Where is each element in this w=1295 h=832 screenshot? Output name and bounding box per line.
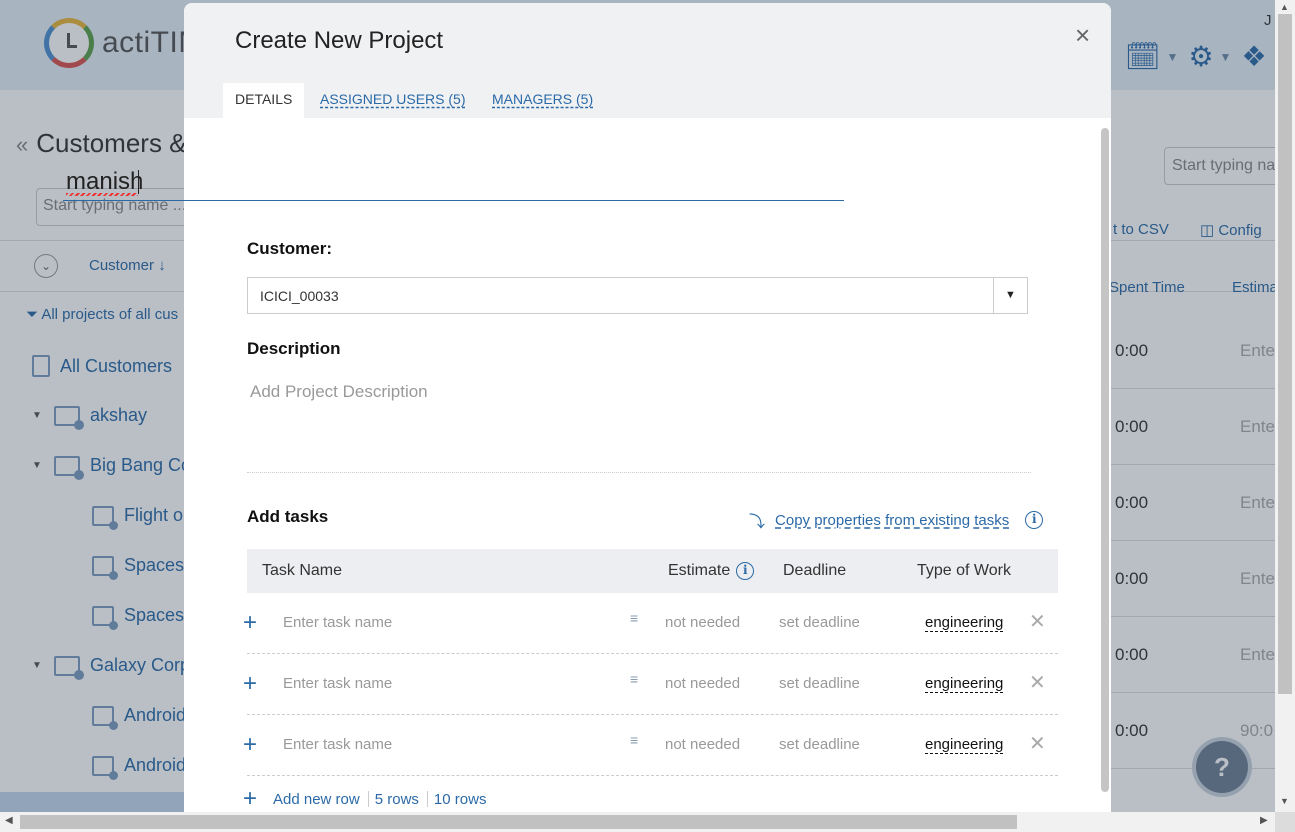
caret-down-icon[interactable]: ▼ (993, 278, 1027, 313)
plus-icon[interactable]: + (243, 731, 257, 759)
text-cursor (138, 170, 139, 194)
task-name-input[interactable]: Enter task name (283, 614, 392, 631)
dialog-title: Create New Project (235, 27, 444, 54)
turn-down-arrow-icon: ⤵ (749, 514, 766, 531)
task-row: + Enter task name ≡ not needed set deadl… (243, 715, 1058, 776)
task-table-header: Task Name Estimate i Deadline Type of Wor… (247, 549, 1058, 593)
type-of-work-select[interactable]: engineering (925, 736, 1004, 754)
add-tasks-label: Add tasks (247, 507, 329, 526)
task-name-input[interactable]: Enter task name (283, 736, 392, 753)
description-lines-icon[interactable]: ≡ (630, 610, 638, 626)
type-of-work-select[interactable]: engineering (925, 675, 1004, 693)
dialog-header: Create New Project × DETAILS ASSIGNED US… (184, 3, 1111, 118)
page-vertical-scrollbar[interactable]: ▲ ▼ (1275, 0, 1295, 812)
customer-select[interactable]: ICICI_00033 ▼ (247, 277, 1028, 314)
deadline-field[interactable]: set deadline (779, 675, 860, 692)
spellcheck-underline (66, 193, 138, 196)
scroll-up-arrow-icon[interactable]: ▲ (1280, 2, 1289, 12)
add-new-row-link[interactable]: Add new row (273, 791, 360, 808)
estimate-field[interactable]: not needed (665, 675, 740, 692)
description-lines-icon[interactable]: ≡ (630, 671, 638, 687)
type-of-work-header: Type of Work (917, 562, 1011, 579)
description-label: Description (247, 339, 341, 358)
copy-properties-link[interactable]: ⤵ Copy properties from existing tasks i (749, 508, 1044, 532)
task-row: + Enter task name ≡ not needed set deadl… (243, 654, 1058, 715)
task-name-header: Task Name (262, 562, 343, 579)
description-lines-icon[interactable]: ≡ (630, 732, 638, 748)
estimate-field[interactable]: not needed (665, 614, 740, 631)
deadline-field[interactable]: set deadline (779, 736, 860, 753)
close-icon[interactable]: × (1075, 20, 1090, 51)
customer-label: Customer: (247, 239, 333, 258)
estimate-field[interactable]: not needed (665, 736, 740, 753)
task-name-input[interactable]: Enter task name (283, 675, 392, 692)
scrollbar-corner (1275, 812, 1295, 832)
dialog-scrollbar[interactable] (1100, 128, 1110, 792)
add-rows-bar: + Add new row 5 rows 10 rows (243, 785, 486, 813)
plus-icon[interactable]: + (243, 785, 257, 813)
info-icon[interactable]: i (736, 562, 755, 580)
scroll-thumb[interactable] (1278, 14, 1292, 694)
add-five-rows-link[interactable]: 5 rows (375, 791, 419, 808)
plus-icon[interactable]: + (243, 609, 257, 637)
project-name-input[interactable] (63, 163, 844, 201)
tab-details[interactable]: DETAILS (223, 83, 305, 118)
task-row: + Enter task name ≡ not needed set deadl… (243, 593, 1058, 654)
deadline-field[interactable]: set deadline (779, 614, 860, 631)
customer-select-value: ICICI_00033 (260, 288, 339, 304)
type-of-work-select[interactable]: engineering (925, 614, 1004, 632)
plus-icon[interactable]: + (243, 670, 257, 698)
scroll-thumb[interactable] (20, 815, 1017, 829)
scroll-left-arrow-icon[interactable]: ◀ (5, 815, 13, 826)
estimate-header: Estimate i (668, 562, 755, 580)
tab-managers[interactable]: MANAGERS (5) (480, 83, 605, 118)
page-horizontal-scrollbar[interactable]: ◀ ▶ (0, 812, 1275, 832)
tab-assigned-users[interactable]: ASSIGNED USERS (5) (308, 83, 477, 118)
description-field[interactable]: Add Project Description (247, 377, 1031, 473)
deadline-header: Deadline (783, 562, 847, 579)
add-ten-rows-link[interactable]: 10 rows (434, 791, 487, 808)
scroll-down-arrow-icon[interactable]: ▼ (1280, 796, 1289, 806)
info-icon[interactable]: i (1025, 511, 1044, 529)
remove-row-icon[interactable]: ✕ (1029, 731, 1046, 756)
scroll-right-arrow-icon[interactable]: ▶ (1260, 815, 1268, 826)
remove-row-icon[interactable]: ✕ (1029, 609, 1046, 634)
remove-row-icon[interactable]: ✕ (1029, 670, 1046, 695)
